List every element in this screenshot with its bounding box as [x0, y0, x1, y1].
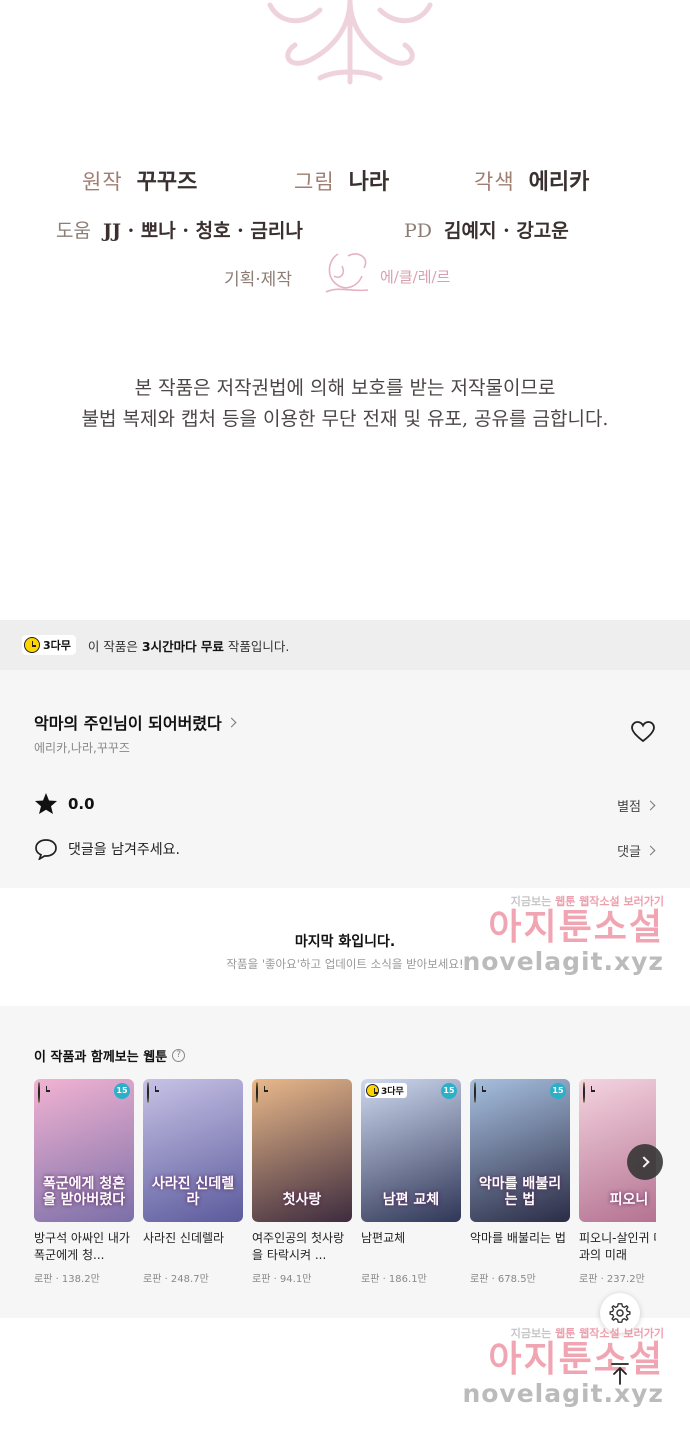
studio-name: 에/클/레/르 — [380, 268, 451, 286]
settings-button[interactable] — [600, 1293, 640, 1333]
webtoon-thumbnail[interactable]: 첫사랑 — [252, 1079, 352, 1222]
recommended-card[interactable]: 3다무 15 남편 교체남편교체로판 · 186.1만 — [361, 1079, 461, 1285]
credit-pd: PD 김예지 · 강고운 — [404, 220, 569, 242]
last-episode-notice: 마지막 화입니다. 작품을 '좋아요'하고 업데이트 소식을 받아보세요! — [0, 888, 690, 1006]
work-info-section: 악마의 주인님이 되어버렸다 에리카,나라,꾸꾸즈 0.0 별점 댓글을 남겨주… — [0, 670, 690, 888]
clock-badge — [474, 1082, 479, 1103]
rating-row: 0.0 — [34, 792, 95, 815]
comment-prompt-row[interactable]: 댓글을 남겨주세요. — [34, 838, 180, 860]
clock-icon — [24, 637, 40, 653]
recommended-card[interactable]: 15 악마를 배불리는 법 악마를 배불리는 법 로판 · 678.5만 — [470, 1079, 570, 1285]
gear-icon — [609, 1303, 631, 1323]
card-meta: 로판 · 94.1만 — [252, 1274, 312, 1285]
webtoon-thumbnail[interactable]: 15 악마를 배불리는 법 — [470, 1079, 570, 1222]
episode-credits-image: 원작 꾸꾸즈 그림 나라 각색 에리카 도움 JJ · 뽀나 · 청호 · 금리나 PD… — [0, 0, 690, 620]
chevron-right-icon — [645, 845, 656, 856]
comment-prompt: 댓글을 남겨주세요. — [68, 842, 180, 858]
card-title: 피오니-살인귀 대공과의 미래 — [579, 1231, 656, 1263]
age-rating-badge: 15 — [114, 1083, 130, 1099]
rating-value: 0.0 — [68, 794, 95, 813]
last-episode-subtitle: 작품을 '좋아요'하고 업데이트 소식을 받아보세요! — [226, 957, 464, 971]
clock-icon — [147, 1082, 149, 1103]
speech-bubble-icon — [35, 839, 57, 860]
clock-icon — [366, 1084, 379, 1097]
recommended-card[interactable]: 15 폭군에게 청혼을 받아버렸다방구석 아싸인 내가 폭군에게 청... 로판 ·… — [34, 1079, 134, 1285]
heart-icon[interactable] — [630, 720, 656, 744]
credit-assist: 도움 JJ · 뽀나 · 청호 · 금리나 — [56, 220, 303, 242]
webtoon-thumbnail[interactable]: 사라진 신데렐라 — [143, 1079, 243, 1222]
free-every-3h-banner: 3다무 이 작품은 3시간마다 무료 작품입니다. — [0, 620, 690, 670]
recommended-card[interactable]: 사라진 신데렐라 사라진 신데렐라 로판 · 248.7만 — [143, 1079, 243, 1285]
thumbnail-title-art: 첫사랑 — [282, 1191, 322, 1208]
clock-badge — [583, 1082, 588, 1103]
card-meta: 로판 · 248.7만 — [143, 1274, 209, 1285]
webtoon-thumbnail[interactable]: 15 폭군에게 청혼을 받아버렸다 — [34, 1079, 134, 1222]
arrow-up-icon — [611, 1363, 629, 1385]
work-authors: 에리카,나라,꾸꾸즈 — [34, 741, 130, 755]
thumbnail-title-art: 남편 교체 — [382, 1191, 440, 1208]
clock-badge — [38, 1082, 43, 1103]
credit-art: 그림 나라 — [294, 169, 390, 195]
recommended-carousel: 15 폭군에게 청혼을 받아버렸다방구석 아싸인 내가 폭군에게 청... 로판 ·… — [34, 1079, 656, 1299]
carousel-next-button[interactable] — [627, 1144, 663, 1180]
last-episode-title: 마지막 화입니다. — [294, 934, 396, 950]
card-title: 사라진 신데렐라 — [143, 1231, 225, 1245]
age-rating-badge: 15 — [550, 1083, 566, 1099]
recommended-card[interactable]: 첫사랑여주인공의 첫사랑을 타락시켜 ... 로판 · 94.1만 — [252, 1079, 352, 1285]
webtoon-thumbnail[interactable]: 3다무 15 남편 교체 — [361, 1079, 461, 1222]
card-meta: 로판 · 138.2만 — [34, 1274, 100, 1285]
thumbnail-title-art: 피오니 — [609, 1191, 649, 1208]
work-title: 악마의 주인님이 되어버렸다 — [34, 714, 222, 733]
star-icon — [35, 793, 57, 814]
chevron-right-icon — [226, 717, 237, 727]
clock-icon — [474, 1082, 476, 1103]
scroll-top-button[interactable] — [600, 1354, 640, 1394]
card-title: 남편교체 — [361, 1231, 406, 1245]
clock-badge — [256, 1082, 261, 1103]
recommended-heading: 이 작품과 함께보는 웹툰 ? — [34, 1046, 186, 1065]
help-icon[interactable]: ? — [172, 1049, 186, 1062]
card-title: 여주인공의 첫사랑을 타락시켜 ... — [252, 1231, 345, 1263]
clock-icon — [38, 1082, 40, 1103]
credit-original: 원작 꾸꾸즈 — [82, 169, 198, 195]
card-meta: 로판 · 186.1만 — [361, 1274, 427, 1285]
recommended-webtoons-section: 이 작품과 함께보는 웹툰 ? 15 폭군에게 청혼을 받아버렸다방구석 아싸인 … — [0, 1006, 690, 1318]
comment-link[interactable]: 댓글 — [617, 841, 656, 860]
clock-icon — [256, 1082, 258, 1103]
recommended-card[interactable]: 피오니피오니-살인귀 대공과의 미래로판 · 237.2만 — [579, 1079, 656, 1285]
free-badge: 3다무 — [365, 1083, 407, 1098]
clock-icon — [583, 1082, 585, 1103]
copyright-notice-line2: 불법 복제와 캡처 등을 이용한 무단 전재 및 유포, 공유를 금합니다. — [81, 408, 609, 430]
credit-produce: 기획·제작 — [224, 270, 292, 290]
card-meta: 로판 · 678.5만 — [470, 1274, 536, 1285]
card-title: 악마를 배불리는 법 — [470, 1231, 566, 1245]
card-meta: 로판 · 237.2만 — [579, 1274, 645, 1285]
free-banner-text: 이 작품은 3시간마다 무료 작품입니다. — [87, 638, 290, 654]
free-badge: 3다무 — [22, 635, 76, 655]
rating-link[interactable]: 별점 — [617, 796, 656, 815]
studio-logo — [325, 253, 369, 293]
credit-adapt: 각색 에리카 — [474, 169, 590, 195]
age-rating-badge: 15 — [441, 1083, 457, 1099]
chevron-right-icon — [645, 800, 656, 811]
copyright-notice-line1: 본 작품은 저작권법에 의해 보호를 받는 저작물이므로 — [134, 377, 556, 399]
thumbnail-title-art: 사라진 신데렐라 — [151, 1176, 235, 1208]
clock-badge — [147, 1082, 152, 1103]
card-title: 방구석 아싸인 내가 폭군에게 청... — [34, 1231, 130, 1263]
work-title-link[interactable]: 악마의 주인님이 되어버렸다 — [34, 710, 237, 734]
floral-ornament — [267, 0, 433, 85]
chevron-right-icon — [637, 1156, 650, 1168]
thumbnail-title-art: 악마를 배불리는 법 — [478, 1176, 562, 1208]
thumbnail-title-art: 폭군에게 청혼을 받아버렸다 — [42, 1176, 126, 1208]
